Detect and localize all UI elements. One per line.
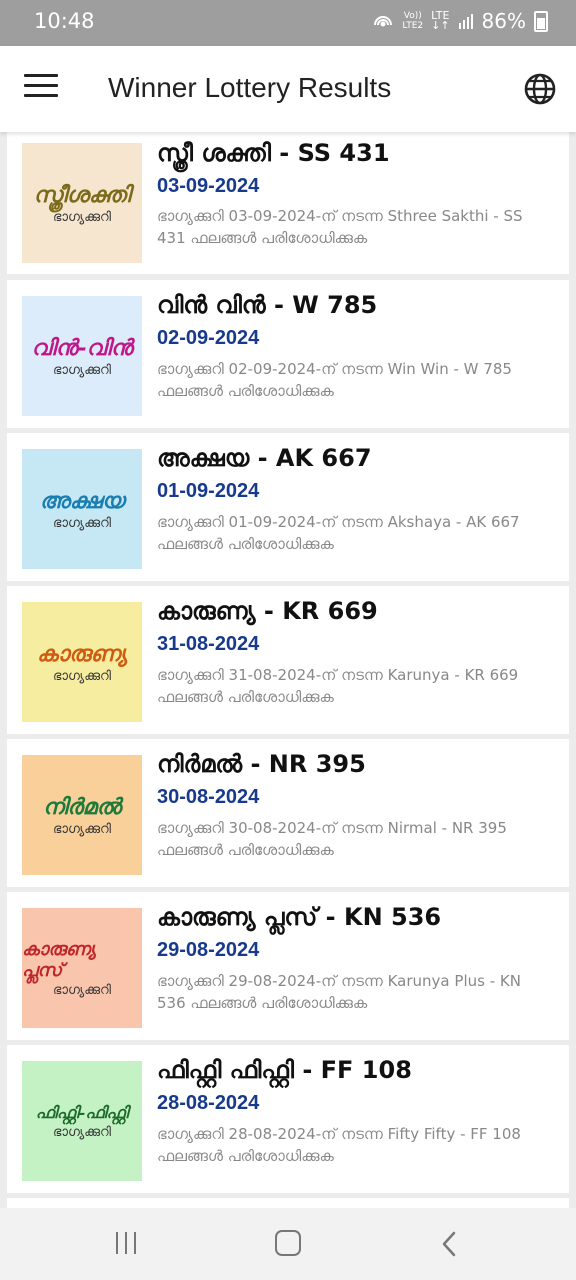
results-list: സ്ത്രീശക്തി ഭാഗ്യക്കുറി സ്ത്രീ ശക്തി - S… — [0, 132, 576, 1208]
result-card-w785[interactable]: വിൻ-വിൻ ഭാഗ്യക്കുറി വിൻ വിൻ - W 785 02-0… — [7, 280, 569, 428]
hamburger-menu-icon[interactable] — [24, 74, 58, 104]
result-date: 30-08-2024 — [157, 786, 260, 808]
result-card-partial[interactable] — [7, 1198, 569, 1208]
lottery-logo-karunya: കാരുണ്യ ഭാഗ്യക്കുറി — [22, 602, 142, 722]
status-bar: 10:48 Vo)) LTE2 LTE ↓↑ 86% — [0, 0, 576, 46]
result-date: 01-09-2024 — [157, 480, 260, 502]
result-description: ഭാഗ്യക്കുറി 30-08-2024-ന് നടന്ന Nirmal -… — [157, 819, 507, 859]
result-card-kr669[interactable]: കാരുണ്യ ഭാഗ്യക്കുറി കാരുണ്യ - KR 669 31-… — [7, 586, 569, 734]
result-description: ഭാഗ്യക്കുറി 29-08-2024-ന് നടന്ന Karunya … — [157, 972, 521, 1012]
result-description: ഭാഗ്യക്കുറി 28-08-2024-ന് നടന്ന Fifty Fi… — [157, 1125, 521, 1165]
result-title: അക്ഷയ - AK 667 — [157, 444, 372, 472]
result-date: 03-09-2024 — [157, 175, 260, 197]
battery-percent: 86% — [481, 9, 526, 33]
result-title: കാരുണ്യ - KR 669 — [157, 597, 378, 625]
hotspot-icon — [374, 16, 393, 27]
result-card-ss431[interactable]: സ്ത്രീശക്തി ഭാഗ്യക്കുറി സ്ത്രീ ശക്തി - S… — [7, 132, 569, 274]
result-description: ഭാഗ്യക്കുറി 01-09-2024-ന് നടന്ന Akshaya … — [157, 513, 520, 553]
lottery-logo-nirmal: നിർമൽ ഭാഗ്യക്കുറി — [22, 755, 142, 875]
signal-icon — [458, 14, 473, 29]
globe-icon[interactable] — [522, 71, 558, 107]
result-card-kn536[interactable]: കാരുണ്യ പ്ലസ് ഭാഗ്യക്കുറി കാരുണ്യ പ്ലസ് … — [7, 892, 569, 1040]
result-date: 31-08-2024 — [157, 633, 260, 655]
result-title: സ്ത്രീ ശക്തി - SS 431 — [157, 139, 390, 167]
battery-icon — [534, 10, 548, 32]
home-icon[interactable] — [275, 1230, 301, 1256]
result-card-nr395[interactable]: നിർമൽ ഭാഗ്യക്കുറി നിർമൽ - NR 395 30-08-2… — [7, 739, 569, 887]
lottery-logo-karunya-plus: കാരുണ്യ പ്ലസ് ഭാഗ്യക്കുറി — [22, 908, 142, 1028]
result-card-ak667[interactable]: അക്ഷയ ഭാഗ്യക്കുറി അക്ഷയ - AK 667 01-09-2… — [7, 433, 569, 581]
result-title: വിൻ വിൻ - W 785 — [157, 291, 378, 319]
lottery-logo-win-win: വിൻ-വിൻ ഭാഗ്യക്കുറി — [22, 296, 142, 416]
system-nav-bar — [0, 1208, 576, 1280]
result-description: ഭാഗ്യക്കുറി 03-09-2024-ന് നടന്ന Sthree S… — [157, 207, 523, 247]
app-bar: Winner Lottery Results — [0, 46, 576, 132]
result-date: 28-08-2024 — [157, 1092, 260, 1114]
lte-indicator: LTE ↓↑ — [431, 9, 450, 32]
lottery-logo-fifty-fifty: ഫിഫ്റ്റി-ഫിഫ്റ്റി ഭാഗ്യക്കുറി — [22, 1061, 142, 1181]
result-title: കാരുണ്യ പ്ലസ് - KN 536 — [157, 903, 442, 931]
recent-apps-icon[interactable] — [114, 1232, 138, 1254]
volte-indicator: Vo)) LTE2 — [402, 11, 424, 31]
result-title: ഫിഫ്റ്റി ഫിഫ്റ്റി - FF 108 — [157, 1056, 412, 1084]
status-time: 10:48 — [34, 9, 95, 33]
lottery-logo-akshaya: അക്ഷയ ഭാഗ്യക്കുറി — [22, 449, 142, 569]
page-title: Winner Lottery Results — [108, 72, 392, 103]
result-date: 02-09-2024 — [157, 327, 260, 349]
result-description: ഭാഗ്യക്കുറി 02-09-2024-ന് നടന്ന Win Win … — [157, 360, 512, 400]
result-title: നിർമൽ - NR 395 — [157, 750, 366, 778]
result-card-ff108[interactable]: ഫിഫ്റ്റി-ഫിഫ്റ്റി ഭാഗ്യക്കുറി ഫിഫ്റ്റി ഫ… — [7, 1045, 569, 1193]
back-icon[interactable] — [438, 1230, 462, 1258]
result-description: ഭാഗ്യക്കുറി 31-08-2024-ന് നടന്ന Karunya … — [157, 666, 519, 706]
lottery-logo-sthree-sakthi: സ്ത്രീശക്തി ഭാഗ്യക്കുറി — [22, 143, 142, 263]
result-date: 29-08-2024 — [157, 939, 260, 961]
